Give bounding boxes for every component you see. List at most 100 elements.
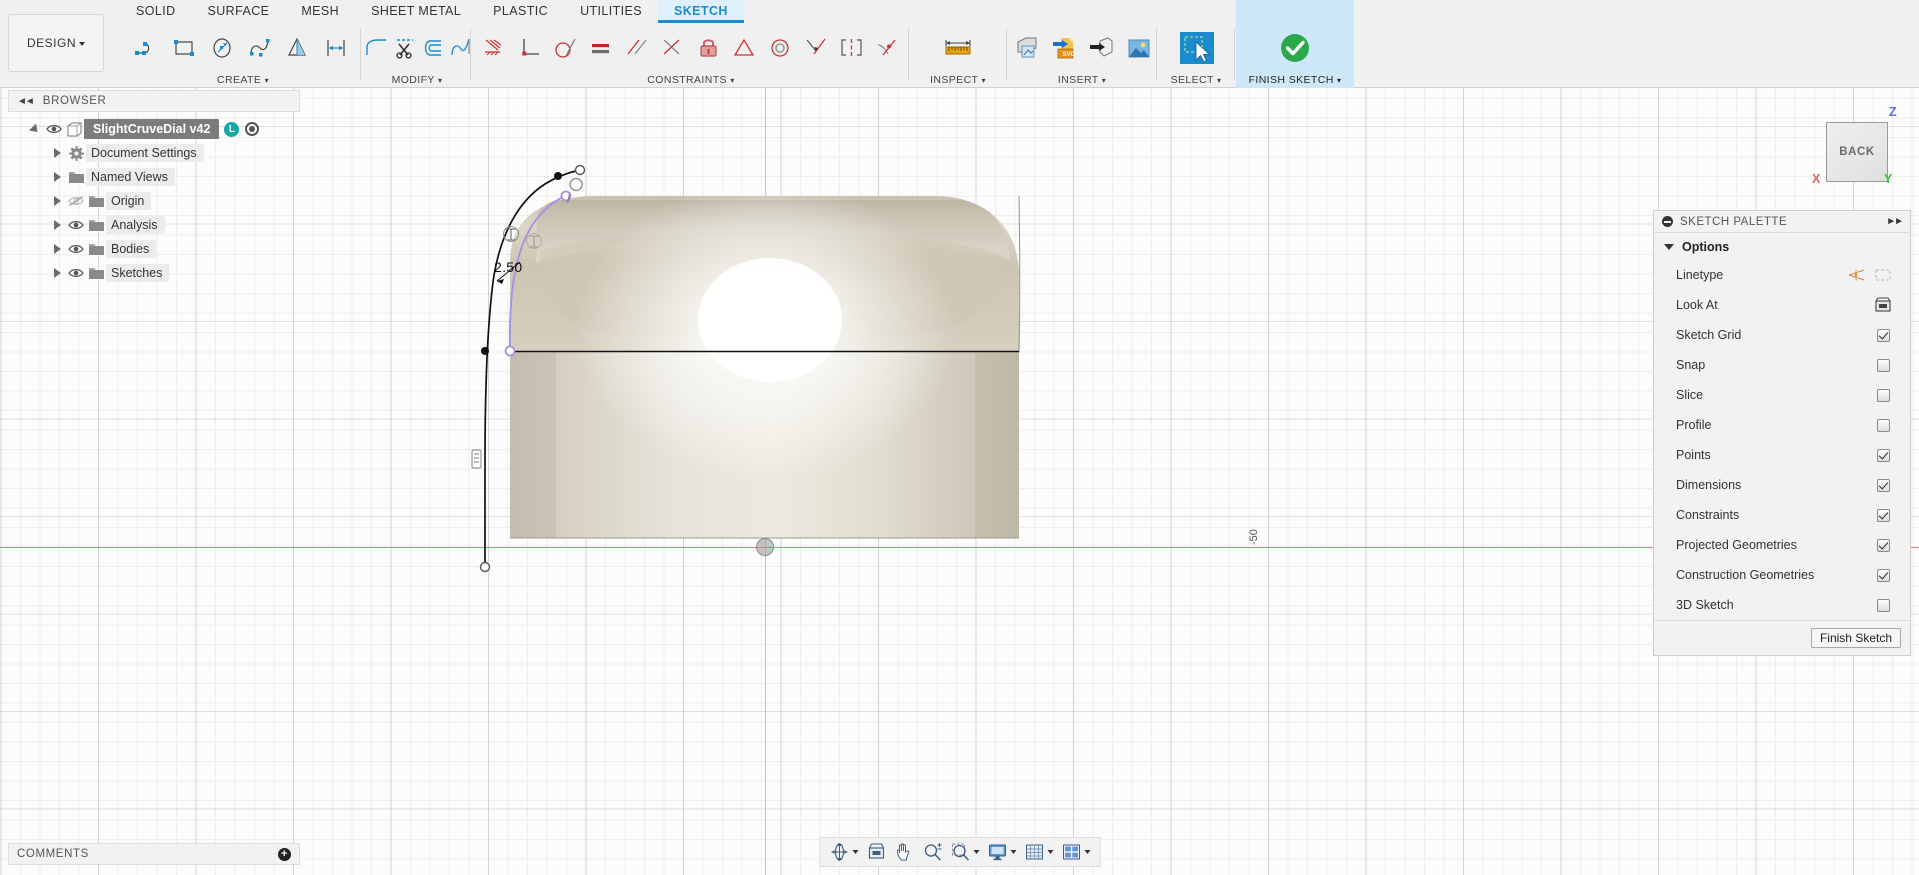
collapse-circle-icon[interactable] [1662,216,1673,227]
collapse-panel-icon[interactable]: ◄◄ [17,96,33,107]
curvature-constraint[interactable] [870,27,906,69]
grid-and-snaps-button[interactable] [1021,840,1056,864]
curvature-comb-tool[interactable] [448,27,476,69]
fillet-tool[interactable] [364,27,392,69]
expand-caret-icon[interactable] [48,148,66,158]
sketch-grid-checkbox[interactable] [1870,329,1896,342]
insert-mcmaster-icon[interactable] [1082,27,1119,69]
browser-item-label[interactable]: Named Views [86,168,175,186]
insert-derive-icon[interactable] [1008,27,1045,69]
equal-constraint[interactable] [583,27,619,69]
perpendicular-constraint[interactable] [512,27,548,69]
ribbon-group-finish-sketch-label[interactable]: FINISH SKETCH ▾ [1236,74,1354,86]
view-cube[interactable]: BACK Z X Y [1796,100,1911,200]
visibility-eye-icon[interactable] [66,264,86,282]
insert-svg-icon[interactable]: SVG [1045,27,1082,69]
circle-tool[interactable] [204,27,242,69]
profile-checkbox[interactable] [1870,419,1896,432]
dimensions-checkbox[interactable] [1870,479,1896,492]
projected-geometries-checkbox[interactable] [1870,539,1896,552]
expand-caret-icon[interactable] [48,268,66,278]
browser-root-label[interactable]: SlightCruveDial v42 [84,119,219,139]
ribbon-group-insert-label[interactable]: INSERT ▾ [1008,74,1156,86]
orbit-button[interactable] [826,840,861,864]
ribbon-group-select-label[interactable]: SELECT ▾ [1158,74,1234,86]
construction-geometries-checkbox[interactable] [1870,569,1896,582]
rectangle-tool[interactable] [166,27,204,69]
add-comment-icon[interactable]: + [278,848,291,861]
ribbon-group-finish-sketch[interactable]: FINISH SKETCH ▾ [1236,0,1354,88]
browser-item-label[interactable]: Sketches [106,264,169,282]
finish-sketch-check-icon[interactable] [1268,26,1322,70]
points-checkbox[interactable] [1870,449,1896,462]
tab-mesh[interactable]: MESH [285,0,355,23]
symmetry-constraint[interactable] [834,27,870,69]
measure-tool[interactable] [933,27,983,69]
browser-header[interactable]: ◄◄ BROWSER [8,90,300,112]
coincident-constraint[interactable] [655,27,691,69]
tab-sketch[interactable]: SKETCH [658,0,744,23]
trim-tool[interactable] [392,27,420,69]
tab-plastic[interactable]: PLASTIC [477,0,564,23]
display-settings-button[interactable] [984,840,1019,864]
visibility-eye-icon[interactable] [66,240,86,258]
snap-checkbox[interactable] [1870,359,1896,372]
dimension-label[interactable]: 2.50 [494,259,522,275]
browser-item-label[interactable]: Analysis [106,216,165,234]
tab-solid[interactable]: SOLID [120,0,192,23]
browser-item-bodies[interactable]: Bodies [8,237,300,261]
browser-root-node[interactable]: SlightCruveDial v42 L [8,117,300,141]
visibility-eye-icon[interactable] [66,216,86,234]
select-cursor-icon[interactable] [1169,26,1223,70]
origin-marker[interactable] [756,538,774,556]
browser-item-origin[interactable]: Origin [8,189,300,213]
browser-item-label[interactable]: Bodies [106,240,156,258]
tangent-constraint[interactable] [548,27,584,69]
expand-panel-icon[interactable]: ►► [1886,216,1902,227]
line-tool[interactable] [128,27,166,69]
options-section-header[interactable]: Options [1654,233,1910,260]
ribbon-group-modify-label[interactable]: MODIFY ▾ [322,74,472,86]
comments-panel[interactable]: COMMENTS + [8,843,300,865]
midpoint-constraint[interactable] [727,27,763,69]
3d-sketch-checkbox[interactable] [1870,599,1896,612]
sketch-palette-header[interactable]: SKETCH PALETTE ►► [1654,211,1910,233]
expand-caret-icon[interactable] [48,172,66,182]
linetype-construction-icon[interactable] [1870,267,1896,283]
tab-utilities[interactable]: UTILITIES [564,0,658,23]
look-at-icon[interactable] [1870,297,1896,313]
parallel-constraint[interactable] [619,27,655,69]
look-at-button[interactable] [863,840,889,864]
slice-checkbox[interactable] [1870,389,1896,402]
browser-item-document-settings[interactable]: Document Settings [8,141,300,165]
finish-sketch-button[interactable]: Finish Sketch [1811,628,1901,648]
fix-unfix-constraint[interactable] [691,27,727,69]
linetype-normal-icon[interactable] [1844,267,1870,283]
horizontal-vertical-constraint[interactable] [476,27,512,69]
visibility-eye-off-icon[interactable] [66,192,86,210]
concentric-constraint[interactable] [763,27,799,69]
zoom-button[interactable] [919,840,945,864]
zoom-window-button[interactable] [947,840,982,864]
browser-item-sketches[interactable]: Sketches [8,261,300,285]
tab-sheet-metal[interactable]: SHEET METAL [355,0,477,23]
tab-surface[interactable]: SURFACE [192,0,286,23]
browser-item-analysis[interactable]: Analysis [8,213,300,237]
pan-button[interactable] [891,840,917,864]
expand-caret-icon[interactable] [48,244,66,254]
polygon-tool[interactable] [280,27,318,69]
expand-caret-icon[interactable] [26,126,44,133]
browser-item-label[interactable]: Document Settings [86,144,204,162]
constraints-checkbox[interactable] [1870,509,1896,522]
view-cube-face[interactable]: BACK [1826,122,1888,182]
collinear-constraint[interactable] [798,27,834,69]
viewports-button[interactable] [1058,840,1093,864]
expand-caret-icon[interactable] [48,220,66,230]
workspace-switcher-button[interactable]: DESIGN [8,14,104,72]
browser-item-label[interactable]: Origin [106,192,151,210]
expand-caret-icon[interactable] [48,196,66,206]
ribbon-group-constraints-label[interactable]: CONSTRAINTS ▾ [476,74,906,86]
offset-tool[interactable] [420,27,448,69]
browser-item-named-views[interactable]: Named Views [8,165,300,189]
insert-canvas-icon[interactable] [1119,27,1156,69]
